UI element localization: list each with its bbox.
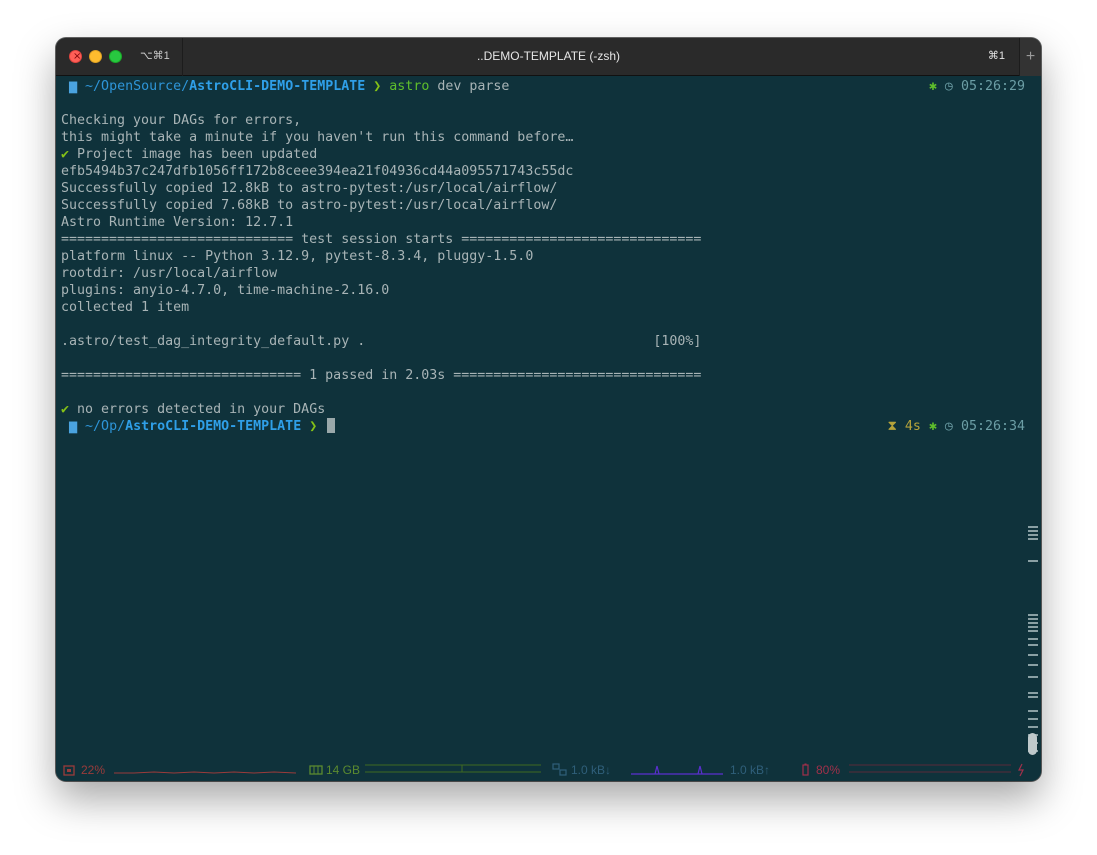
output-line: ✔ Project image has been updated	[61, 146, 317, 163]
output-line: Astro Runtime Version: 12.7.1	[61, 215, 294, 230]
gear-icon: ✱	[928, 79, 937, 94]
network-sparkline	[631, 765, 723, 775]
scrollbar-mark	[1028, 618, 1038, 620]
scrollbar-mark	[1028, 718, 1038, 720]
scrollbar-mark	[1028, 692, 1038, 694]
path-current: AstroCLI-DEMO-TEMPLATE	[125, 419, 302, 434]
scrollbar-thumb[interactable]	[1028, 733, 1037, 755]
output-line: efb5494b37c247dfb1056ff172b8ceee394ea21f…	[61, 164, 574, 179]
output-line: ✔ no errors detected in your DAGs	[61, 401, 325, 418]
scrollbar-mark	[1028, 534, 1038, 536]
output-text: no errors detected in your DAGs	[77, 402, 326, 417]
output-line: collected 1 item	[61, 300, 190, 315]
scrollbar[interactable]	[1025, 78, 1041, 763]
output-line: platform linux -- Python 3.12.9, pytest-…	[61, 249, 534, 264]
prompt-right-status: ✱ ◷ 05:26:29	[929, 78, 1025, 95]
output-line: .astro/test_dag_integrity_default.py . […	[61, 334, 702, 349]
scrollbar-mark	[1028, 614, 1038, 616]
new-tab-button[interactable]: +	[1019, 38, 1041, 76]
scrollbar-mark	[1028, 560, 1038, 562]
network-icon	[552, 763, 567, 776]
scrollbar-mark	[1028, 530, 1038, 532]
clock-icon: ◷	[944, 79, 953, 94]
path-prefix: ~/Op/	[85, 419, 126, 434]
output-line: ============================== 1 passed …	[61, 368, 702, 383]
battery-icon	[802, 763, 809, 776]
output-text: Project image has been updated	[77, 147, 318, 162]
folder-icon: ▆	[69, 419, 78, 434]
output-line: ============================= test sessi…	[61, 232, 702, 247]
memory-sparkline	[365, 764, 541, 773]
scrollbar-mark	[1028, 664, 1038, 666]
folder-icon: ▆	[69, 79, 78, 94]
title-bar: × ⌥⌘1 ..DEMO-TEMPLATE (-zsh) ⌘1 +	[56, 38, 1041, 76]
path-current: AstroCLI-DEMO-TEMPLATE	[189, 79, 366, 94]
prompt-line: ▆ ~/Op/AstroCLI-DEMO-TEMPLATE ❯ ⧗ 4s ✱ ◷…	[61, 418, 1025, 435]
gear-icon: ✱	[928, 419, 937, 434]
battery-sparkline	[849, 764, 1011, 773]
scrollbar-mark	[1028, 696, 1038, 698]
prompt-chevron-icon: ❯	[373, 79, 382, 94]
clock-icon: ◷	[944, 419, 953, 434]
prompt-right-status: ⧗ 4s ✱ ◷ 05:26:34	[888, 418, 1026, 435]
battery-level: 80%	[816, 763, 841, 777]
scrollbar-mark	[1028, 644, 1038, 646]
hourglass-icon: ⧗	[887, 419, 897, 434]
command-duration: 4s	[904, 419, 921, 434]
output-line: Checking your DAGs for errors,	[61, 113, 302, 128]
scrollbar-mark	[1028, 526, 1038, 528]
command-args: dev parse	[437, 79, 510, 94]
cpu-icon	[63, 765, 75, 776]
check-icon: ✔	[61, 147, 70, 162]
charging-bolt-icon	[1018, 763, 1024, 777]
status-bar: 22% 14 GB 1.0 kB↓ 1.0 kB↑ 80%	[56, 759, 1041, 781]
scrollbar-mark	[1028, 654, 1038, 656]
network-download: 1.0 kB↓	[571, 763, 612, 777]
text-cursor[interactable]	[327, 418, 336, 433]
terminal-output[interactable]: ▆ ~/OpenSource/AstroCLI-DEMO-TEMPLATE ❯ …	[61, 78, 1025, 763]
scrollbar-mark	[1028, 538, 1038, 540]
output-line: plugins: anyio-4.7.0, time-machine-2.16.…	[61, 283, 390, 298]
tab-shortcut-right[interactable]: ⌘1	[988, 49, 1005, 62]
path-prefix: ~/OpenSource/	[85, 79, 190, 94]
scrollbar-mark	[1028, 622, 1038, 624]
cpu-sparkline	[114, 771, 296, 774]
memory-icon	[309, 765, 323, 775]
network-upload: 1.0 kB↑	[730, 763, 771, 777]
output-line: this might take a minute if you haven't …	[61, 130, 574, 145]
prompt-line: ▆ ~/OpenSource/AstroCLI-DEMO-TEMPLATE ❯ …	[61, 78, 1025, 95]
scrollbar-mark	[1028, 726, 1038, 728]
output-line: rootdir: /usr/local/airflow	[61, 266, 278, 281]
output-line: Successfully copied 12.8kB to astro-pyte…	[61, 181, 558, 196]
scrollbar-mark	[1028, 638, 1038, 640]
scrollbar-mark	[1028, 626, 1038, 628]
window-title: ..DEMO-TEMPLATE (-zsh)	[476, 49, 621, 63]
output-line: Successfully copied 7.68kB to astro-pyte…	[61, 198, 558, 213]
check-icon: ✔	[61, 402, 70, 417]
memory-usage: 14 GB	[326, 763, 361, 777]
prompt-chevron-icon: ❯	[309, 419, 318, 434]
terminal-window: × ⌥⌘1 ..DEMO-TEMPLATE (-zsh) ⌘1 + ▆ ~/Op…	[56, 38, 1041, 781]
command-name: astro	[389, 79, 430, 94]
cpu-usage: 22%	[81, 763, 106, 777]
prompt-time: 05:26:34	[960, 419, 1025, 434]
scrollbar-mark	[1028, 710, 1038, 712]
prompt-time: 05:26:29	[960, 79, 1025, 94]
scrollbar-mark	[1028, 630, 1038, 632]
scrollbar-mark	[1028, 676, 1038, 678]
